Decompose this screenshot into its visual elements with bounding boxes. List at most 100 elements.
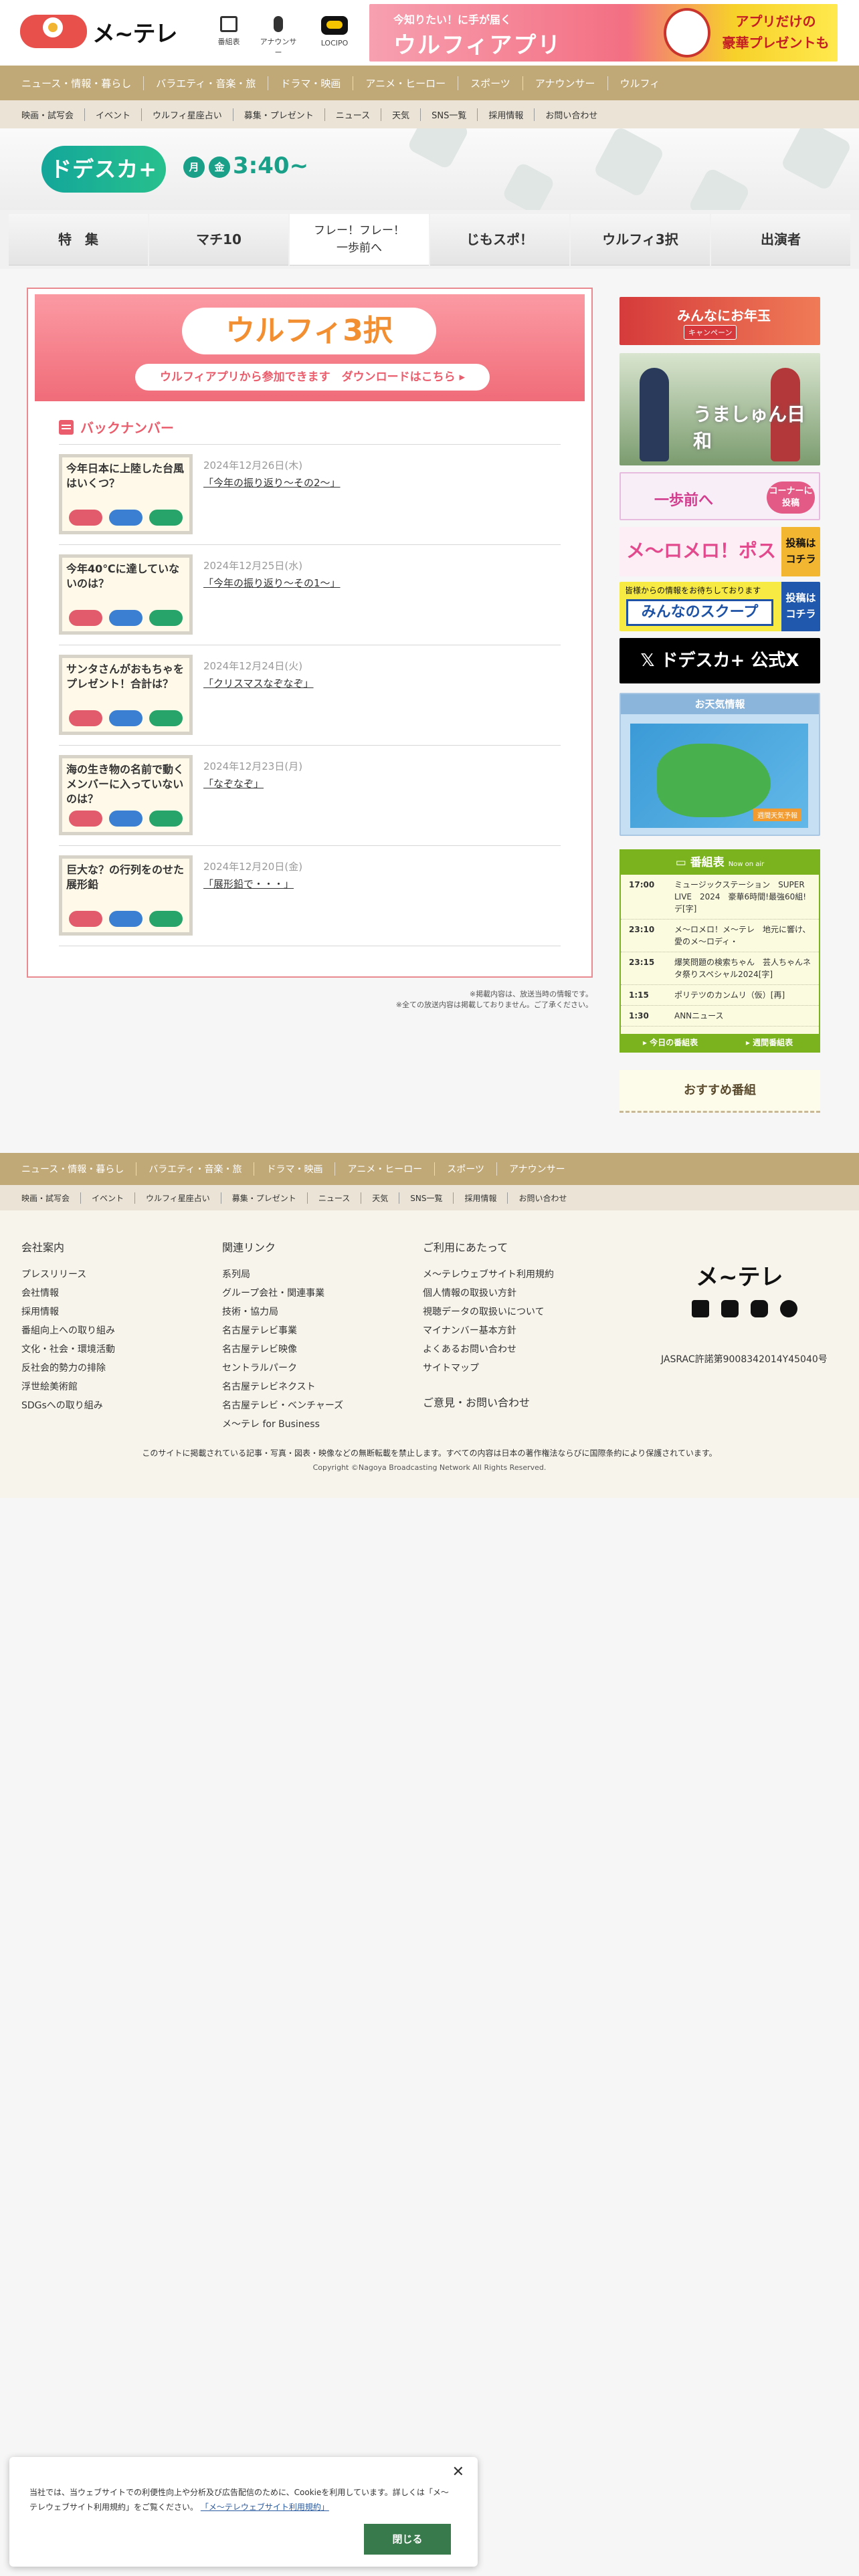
footer-link[interactable]: 名古屋テレビ・ベンチャーズ [222,1396,343,1415]
footer-link[interactable]: 視聴データの取扱いについて [423,1303,554,1321]
item-thumbnail[interactable]: 今年日本に上陸した台風はいくつ？ [59,454,193,534]
program-logo[interactable]: ドデスカ+ [41,146,166,193]
item-thumbnail[interactable]: サンタさんがおもちゃをプレゼント！合計は？ [59,655,193,735]
subnav-item[interactable]: イベント [84,108,141,121]
item-title-link[interactable]: 「展形鉛で・・・」 [203,877,294,891]
footer-link[interactable]: 系列局 [222,1265,343,1284]
tiktok-icon[interactable] [780,1300,797,1317]
wolfy3-banner[interactable]: ウルフィ3択 ウルフィアプリから参加できます ダウンロードはこちら ▸ [35,294,585,401]
footer-nav-item[interactable]: アニメ・ヒーロー [335,1162,434,1176]
footer-subnav-item[interactable]: 映画・試写会 [21,1192,80,1204]
footer-link[interactable]: メ〜テレ for Business [222,1415,343,1434]
footer-link[interactable]: 番組向上への取り組み [21,1321,115,1340]
footer-link[interactable]: メ〜テレウェブサイト利用規約 [423,1265,554,1284]
schedule-row[interactable]: 1:15 ポリテツのカンムリ（仮）[再] [621,985,819,1006]
footer-link[interactable]: 会社情報 [21,1284,115,1303]
footer-nav-item[interactable]: ドラマ・映画 [254,1162,335,1176]
newyear-campaign-banner[interactable]: みんなにお年玉 キャンペーン [619,297,820,345]
meromero-post-banner[interactable]: メ〜ロメロ！ポスト 投稿は コチラ [619,527,820,576]
nav-item[interactable]: ニュース・情報・暮らし [21,76,143,90]
weekly-schedule-link[interactable]: ▸ 週間番組表 [720,1034,819,1051]
subnav-item[interactable]: SNS一覧 [420,108,477,121]
list-item[interactable]: 今年日本に上陸した台風はいくつ？ 2024年12月26日(木) 「今年の振り返り… [59,445,561,545]
footer-subnav-item[interactable]: SNS一覧 [399,1192,453,1204]
footer-subnav-item[interactable]: イベント [80,1192,134,1204]
subnav-item[interactable]: 募集・プレゼント [232,108,324,121]
announcer-link[interactable]: アナウンサー [258,16,298,58]
locipo-link[interactable]: LOCIPO [314,16,355,47]
subnav-item[interactable]: 採用情報 [477,108,534,121]
schedule-row[interactable]: 17:00 ミュージックステーション SUPER LIVE 2024 豪華6時間!… [621,875,819,920]
scoop-button[interactable]: 投稿は コチラ [781,582,820,631]
subnav-item[interactable]: 天気 [381,108,420,121]
item-title-link[interactable]: 「クリスマスなぞなぞ」 [203,676,314,690]
nav-item[interactable]: ウルフィ [607,76,672,90]
footer-subnav-item[interactable]: 募集・プレゼント [220,1192,307,1204]
footer-link[interactable]: 文化・社会・環境活動 [21,1340,115,1359]
footer-link[interactable]: 技術・協力局 [222,1303,343,1321]
tab-jimospo[interactable]: じもスポ！ [430,214,569,265]
download-app-button[interactable]: ウルフィアプリから参加できます ダウンロードはこちら ▸ [135,364,490,391]
list-item[interactable]: 海の生き物の名前で動くメンバーに入っていないのは？ 2024年12月23日(月)… [59,746,561,846]
item-thumbnail[interactable]: 海の生き物の名前で動くメンバーに入っていないのは？ [59,755,193,835]
footer-link[interactable]: 採用情報 [21,1303,115,1321]
schedule-row[interactable]: 1:30 ANNニュース [621,1006,819,1027]
footer-nav-item[interactable]: アナウンサー [496,1162,577,1176]
tab-machi10[interactable]: マチ10 [149,214,288,265]
footer-logo[interactable]: メ~テレ [696,1259,783,1291]
x-icon[interactable] [692,1300,709,1317]
list-item[interactable]: 今年40℃に達していないのは？ 2024年12月25日(水) 「今年の振り返り〜… [59,545,561,645]
footer-link[interactable]: 名古屋テレビネクスト [222,1378,343,1396]
wolfy-app-banner[interactable]: 今知りたい！に手が届く ウルフィアプリ アプリだけの 豪華プレゼントも [369,4,838,62]
youtube-icon[interactable] [721,1300,739,1317]
footer-link[interactable]: プレスリリース [21,1265,115,1284]
item-title-link[interactable]: 「今年の振り返り〜その2〜」 [203,475,341,490]
item-thumbnail[interactable]: 巨大な？の行列をのせた展形鉛 [59,855,193,936]
subnav-item[interactable]: ニュース [324,108,381,121]
footer-link[interactable]: 浮世絵美術館 [21,1378,115,1396]
nav-item[interactable]: ドラマ・映画 [268,76,353,90]
weather-widget[interactable]: お天気情報 週間天気予報 [619,693,820,836]
ippo-post-button[interactable]: コーナーに 投稿 [767,481,815,514]
contact-link[interactable]: ご意見・お問い合わせ [423,1394,554,1410]
item-thumbnail[interactable]: 今年40℃に達していないのは？ [59,554,193,635]
footer-nav-item[interactable]: スポーツ [434,1162,496,1176]
footer-nav-item[interactable]: ニュース・情報・暮らし [21,1162,136,1176]
list-item[interactable]: サンタさんがおもちゃをプレゼント！合計は？ 2024年12月24日(火) 「クリ… [59,645,561,746]
tab-cast[interactable]: 出演者 [711,214,850,265]
x-official-banner[interactable]: 𝕏 ドデスカ+ 公式X [619,638,820,683]
site-logo[interactable]: メ~テレ [20,15,177,48]
item-title-link[interactable]: 「今年の振り返り〜その1〜」 [203,576,341,590]
nav-item[interactable]: アニメ・ヒーロー [353,76,458,90]
footer-link[interactable]: よくあるお問い合わせ [423,1340,554,1359]
footer-link[interactable]: マイナンバー基本方針 [423,1321,554,1340]
line-icon[interactable] [751,1300,768,1317]
tab-wolfy3[interactable]: ウルフィ3択 [571,214,710,265]
subnav-item[interactable]: お問い合わせ [534,108,608,121]
list-item[interactable]: 巨大な？の行列をのせた展形鉛 2024年12月20日(金) 「展形鉛で・・・」 [59,846,561,946]
terms-link[interactable]: 「メ〜テレウェブサイト利用規約」 [201,2502,329,2512]
footer-subnav-item[interactable]: 採用情報 [453,1192,507,1204]
footer-nav-item[interactable]: バラエティ・音楽・旅 [136,1162,254,1176]
subnav-item[interactable]: ウルフィ星座占い [141,108,233,121]
nav-item[interactable]: アナウンサー [522,76,607,90]
post-button[interactable]: 投稿は コチラ [781,527,820,576]
close-icon[interactable]: ✕ [452,2464,464,2480]
footer-link[interactable]: グループ会社・関連事業 [222,1284,343,1303]
footer-link[interactable]: SDGsへの取り組み [21,1396,115,1415]
footer-link[interactable]: 名古屋テレビ映像 [222,1340,343,1359]
schedule-row[interactable]: 23:10 メ〜ロメロ！メ〜テレ 地元に響け、愛のメ〜ロディ・ [621,920,819,952]
footer-subnav-item[interactable]: ウルフィ星座占い [134,1192,221,1204]
footer-link[interactable]: 個人情報の取扱い方針 [423,1284,554,1303]
footer-link[interactable]: サイトマップ [423,1359,554,1378]
footer-subnav-item[interactable]: お問い合わせ [507,1192,577,1204]
cookie-close-button[interactable]: 閉じる [364,2524,451,2555]
schedule-row[interactable]: 23:15 爆笑問題の検索ちゃん 芸人ちゃんネタ祭りスペシャル2024[字] [621,952,819,985]
footer-link[interactable]: セントラルパーク [222,1359,343,1378]
footer-link[interactable]: 名古屋テレビ事業 [222,1321,343,1340]
subnav-item[interactable]: 映画・試写会 [21,108,84,121]
recommended-programs[interactable]: おすすめ番組 [619,1070,820,1113]
nav-item[interactable]: バラエティ・音楽・旅 [143,76,268,90]
footer-subnav-item[interactable]: 天気 [361,1192,399,1204]
umashun-banner[interactable]: うましゅん日和 [619,353,820,465]
